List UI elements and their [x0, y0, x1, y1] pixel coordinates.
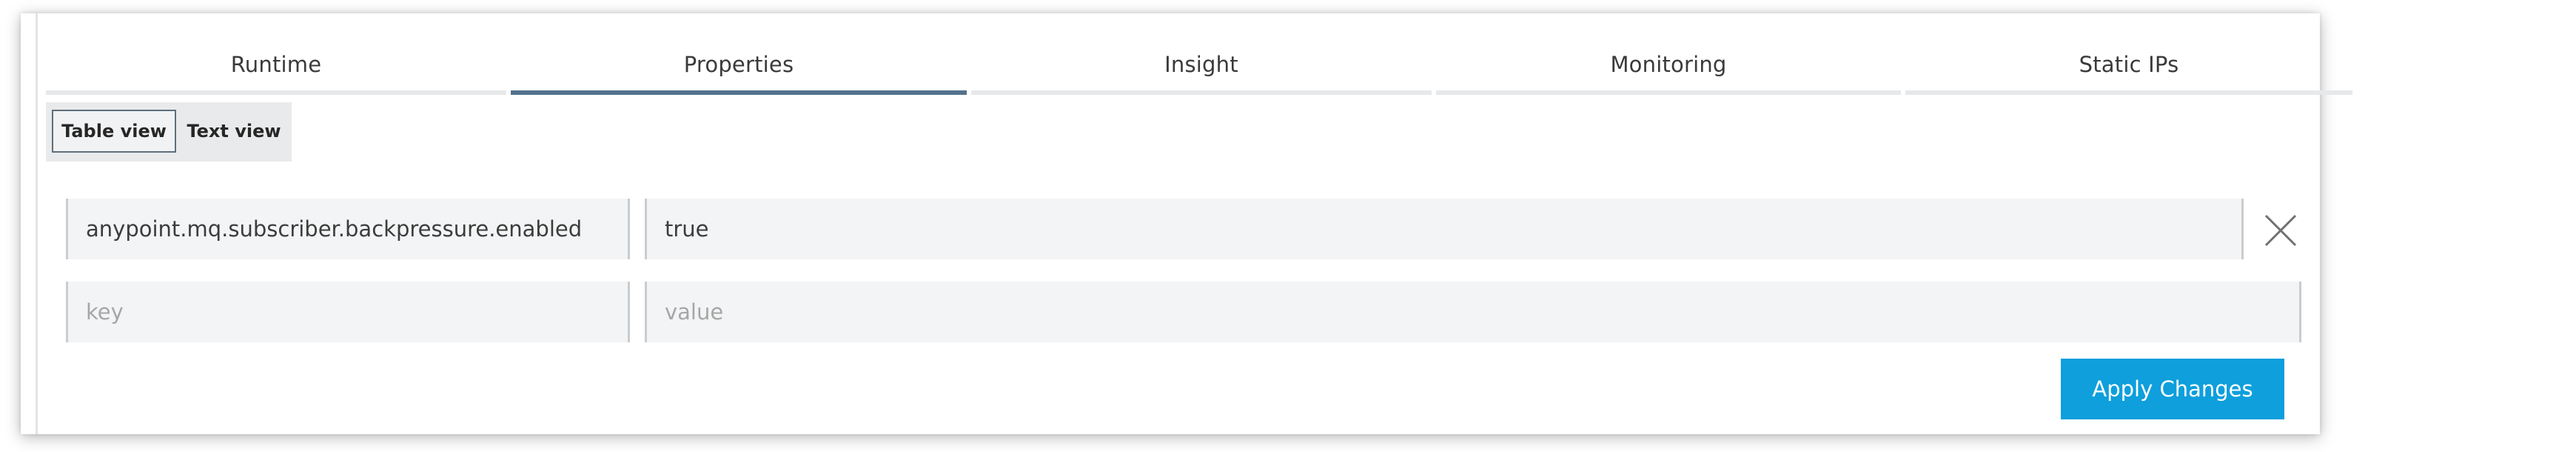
- tab-static-ips[interactable]: Static IPs: [1905, 28, 2352, 95]
- tab-runtime-underline: [46, 90, 506, 95]
- property-value-field[interactable]: true: [645, 199, 2244, 259]
- text-view-button[interactable]: Text view: [179, 110, 289, 153]
- new-value-input[interactable]: value: [645, 282, 2301, 342]
- table-view-button[interactable]: Table view: [52, 110, 176, 153]
- view-toggle: Table view Text view: [46, 102, 292, 162]
- tab-insight-label: Insight: [1164, 52, 1238, 77]
- tab-insight[interactable]: Insight: [971, 28, 1432, 95]
- tab-runtime-label: Runtime: [230, 52, 322, 77]
- panel-left-rule: [36, 13, 38, 434]
- tab-bar: Runtime Properties Insight Monitoring St…: [46, 28, 2352, 95]
- tab-runtime[interactable]: Runtime: [46, 28, 506, 95]
- tab-insight-underline: [971, 90, 1432, 95]
- tab-properties-label: Properties: [683, 52, 794, 77]
- tab-static-ips-label: Static IPs: [2079, 52, 2179, 77]
- property-key-field[interactable]: anypoint.mq.subscriber.backpressure.enab…: [66, 199, 630, 259]
- tab-monitoring[interactable]: Monitoring: [1436, 28, 1901, 95]
- tab-properties[interactable]: Properties: [511, 28, 967, 95]
- tab-static-ips-underline: [1905, 90, 2352, 95]
- new-key-input[interactable]: key: [66, 282, 630, 342]
- tab-properties-underline: [511, 90, 967, 95]
- apply-changes-button[interactable]: Apply Changes: [2061, 359, 2284, 419]
- tab-monitoring-label: Monitoring: [1610, 52, 1727, 77]
- close-x-icon[interactable]: [2261, 210, 2301, 250]
- tab-monitoring-underline: [1436, 90, 1901, 95]
